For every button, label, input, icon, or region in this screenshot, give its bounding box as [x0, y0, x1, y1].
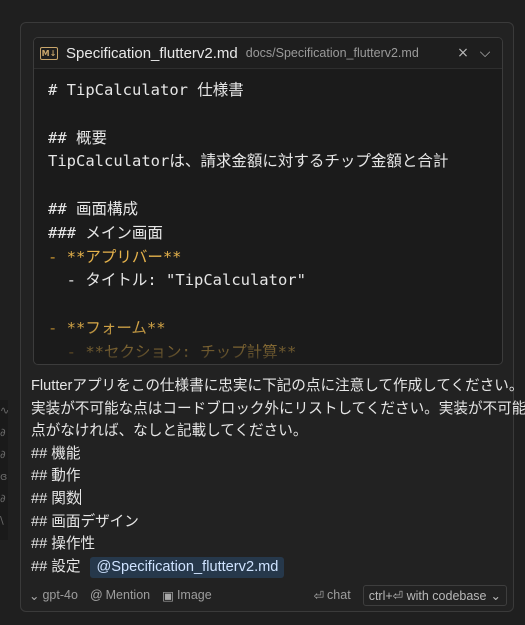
- code-text: # TipCalculator 仕様書: [48, 81, 244, 99]
- prompt-line-with-cursor: ## 関数: [31, 488, 509, 511]
- mention-label: Mention: [105, 588, 151, 602]
- chat-input-panel: M↓ Specification_flutterv2.md docs/Speci…: [20, 22, 525, 612]
- image-label: Image: [176, 588, 212, 602]
- code-bold-text: **セクション: チップ計算**: [85, 342, 297, 361]
- prompt-text-area[interactable]: Flutterアプリをこの仕様書に忠実に下記の点に注意して作成してください。 実…: [31, 375, 525, 579]
- code-text: TipCalculatorは、請求金額に対するチップ金額と合計: [48, 152, 449, 171]
- background-editor-strip: ∿ ∂ ∂ ɞ ∂ \: [0, 400, 8, 540]
- code-line: ## 画面構成: [48, 198, 502, 222]
- prompt-line-text: ## 設定: [31, 558, 81, 575]
- prompt-line: Flutterアプリをこの仕様書に忠実に下記の点に注意して作成してください。: [31, 378, 524, 394]
- chevron-down-icon: ⌄: [490, 588, 501, 603]
- at-icon: @: [89, 588, 103, 602]
- code-bullet: -: [48, 247, 67, 266]
- code-text: ## 概要: [48, 128, 107, 147]
- code-line: TipCalculatorは、請求金額に対するチップ金額と合計: [48, 150, 502, 174]
- file-path: docs/Specification_flutterv2.md: [245, 46, 419, 60]
- code-bold-text: **アプリバー**: [66, 247, 182, 266]
- text-cursor: [80, 488, 82, 505]
- codebase-submit-button[interactable]: ctrl+⏎ with codebase ⌄: [362, 584, 507, 606]
- file-mention-chip[interactable]: @Specification_flutterv2.md: [90, 556, 285, 578]
- close-icon[interactable]: ×: [454, 45, 472, 61]
- markdown-file-icon: M↓: [40, 46, 58, 60]
- code-text: ### メイン画面: [48, 223, 163, 242]
- prompt-line-with-mention: ## 設定 @Specification_flutterv2.md: [31, 556, 509, 579]
- chevron-down-icon: ⌄: [29, 588, 40, 603]
- file-preview-code: # TipCalculator 仕様書 ## 概要 TipCalculatorは、請…: [34, 69, 502, 364]
- file-name[interactable]: Specification_flutterv2.md: [66, 45, 238, 62]
- model-selector[interactable]: ⌄ gpt-4o: [29, 588, 78, 603]
- code-line: ### メイン画面: [48, 222, 502, 246]
- model-label: gpt-4o: [42, 588, 78, 602]
- code-bullet: -: [48, 342, 86, 361]
- prompt-line-text: ## 関数: [31, 490, 81, 507]
- file-card-header: M↓ Specification_flutterv2.md docs/Speci…: [34, 38, 502, 69]
- code-text: ## 画面構成: [48, 199, 138, 218]
- prompt-line: ## 画面デザイン: [31, 513, 139, 530]
- image-button[interactable]: ▣ Image: [162, 588, 212, 603]
- prompt-line: 実装が不可能な点はコードブロック外にリストしてください。実装が不可能な: [31, 400, 525, 417]
- chat-toolbar: ⌄ gpt-4o @ Mention ▣ Image ⏎ chat ctrl+⏎…: [29, 584, 507, 606]
- code-line: - **フォーム**: [48, 317, 502, 341]
- prompt-line: ## 操作性: [31, 536, 96, 553]
- prompt-line: ## 動作: [31, 468, 81, 485]
- code-text: - タイトル: "TipCalculator": [48, 271, 306, 290]
- code-line: # TipCalculator 仕様書: [48, 79, 502, 103]
- codebase-label: ctrl+⏎ with codebase: [368, 588, 487, 603]
- file-context-card: M↓ Specification_flutterv2.md docs/Speci…: [33, 37, 503, 365]
- code-line: - **セクション: チップ計算**: [48, 341, 502, 364]
- code-bullet: -: [48, 318, 67, 337]
- prompt-line: ## 機能: [31, 445, 81, 462]
- code-line: ## 概要: [48, 127, 502, 151]
- mention-button[interactable]: @ Mention: [90, 588, 150, 602]
- chat-submit-button[interactable]: ⏎ chat: [314, 588, 351, 603]
- code-bold-text: **フォーム**: [66, 318, 166, 337]
- code-line: - タイトル: "TipCalculator": [48, 269, 502, 293]
- image-icon: ▣: [162, 588, 174, 603]
- code-line: - **アプリバー**: [48, 246, 502, 270]
- enter-key-icon: ⏎: [313, 588, 325, 603]
- chat-label: chat: [327, 588, 351, 602]
- prompt-line: 点がなければ、なしと記載してください。: [31, 423, 308, 440]
- chevron-down-icon[interactable]: ⌵: [476, 45, 494, 61]
